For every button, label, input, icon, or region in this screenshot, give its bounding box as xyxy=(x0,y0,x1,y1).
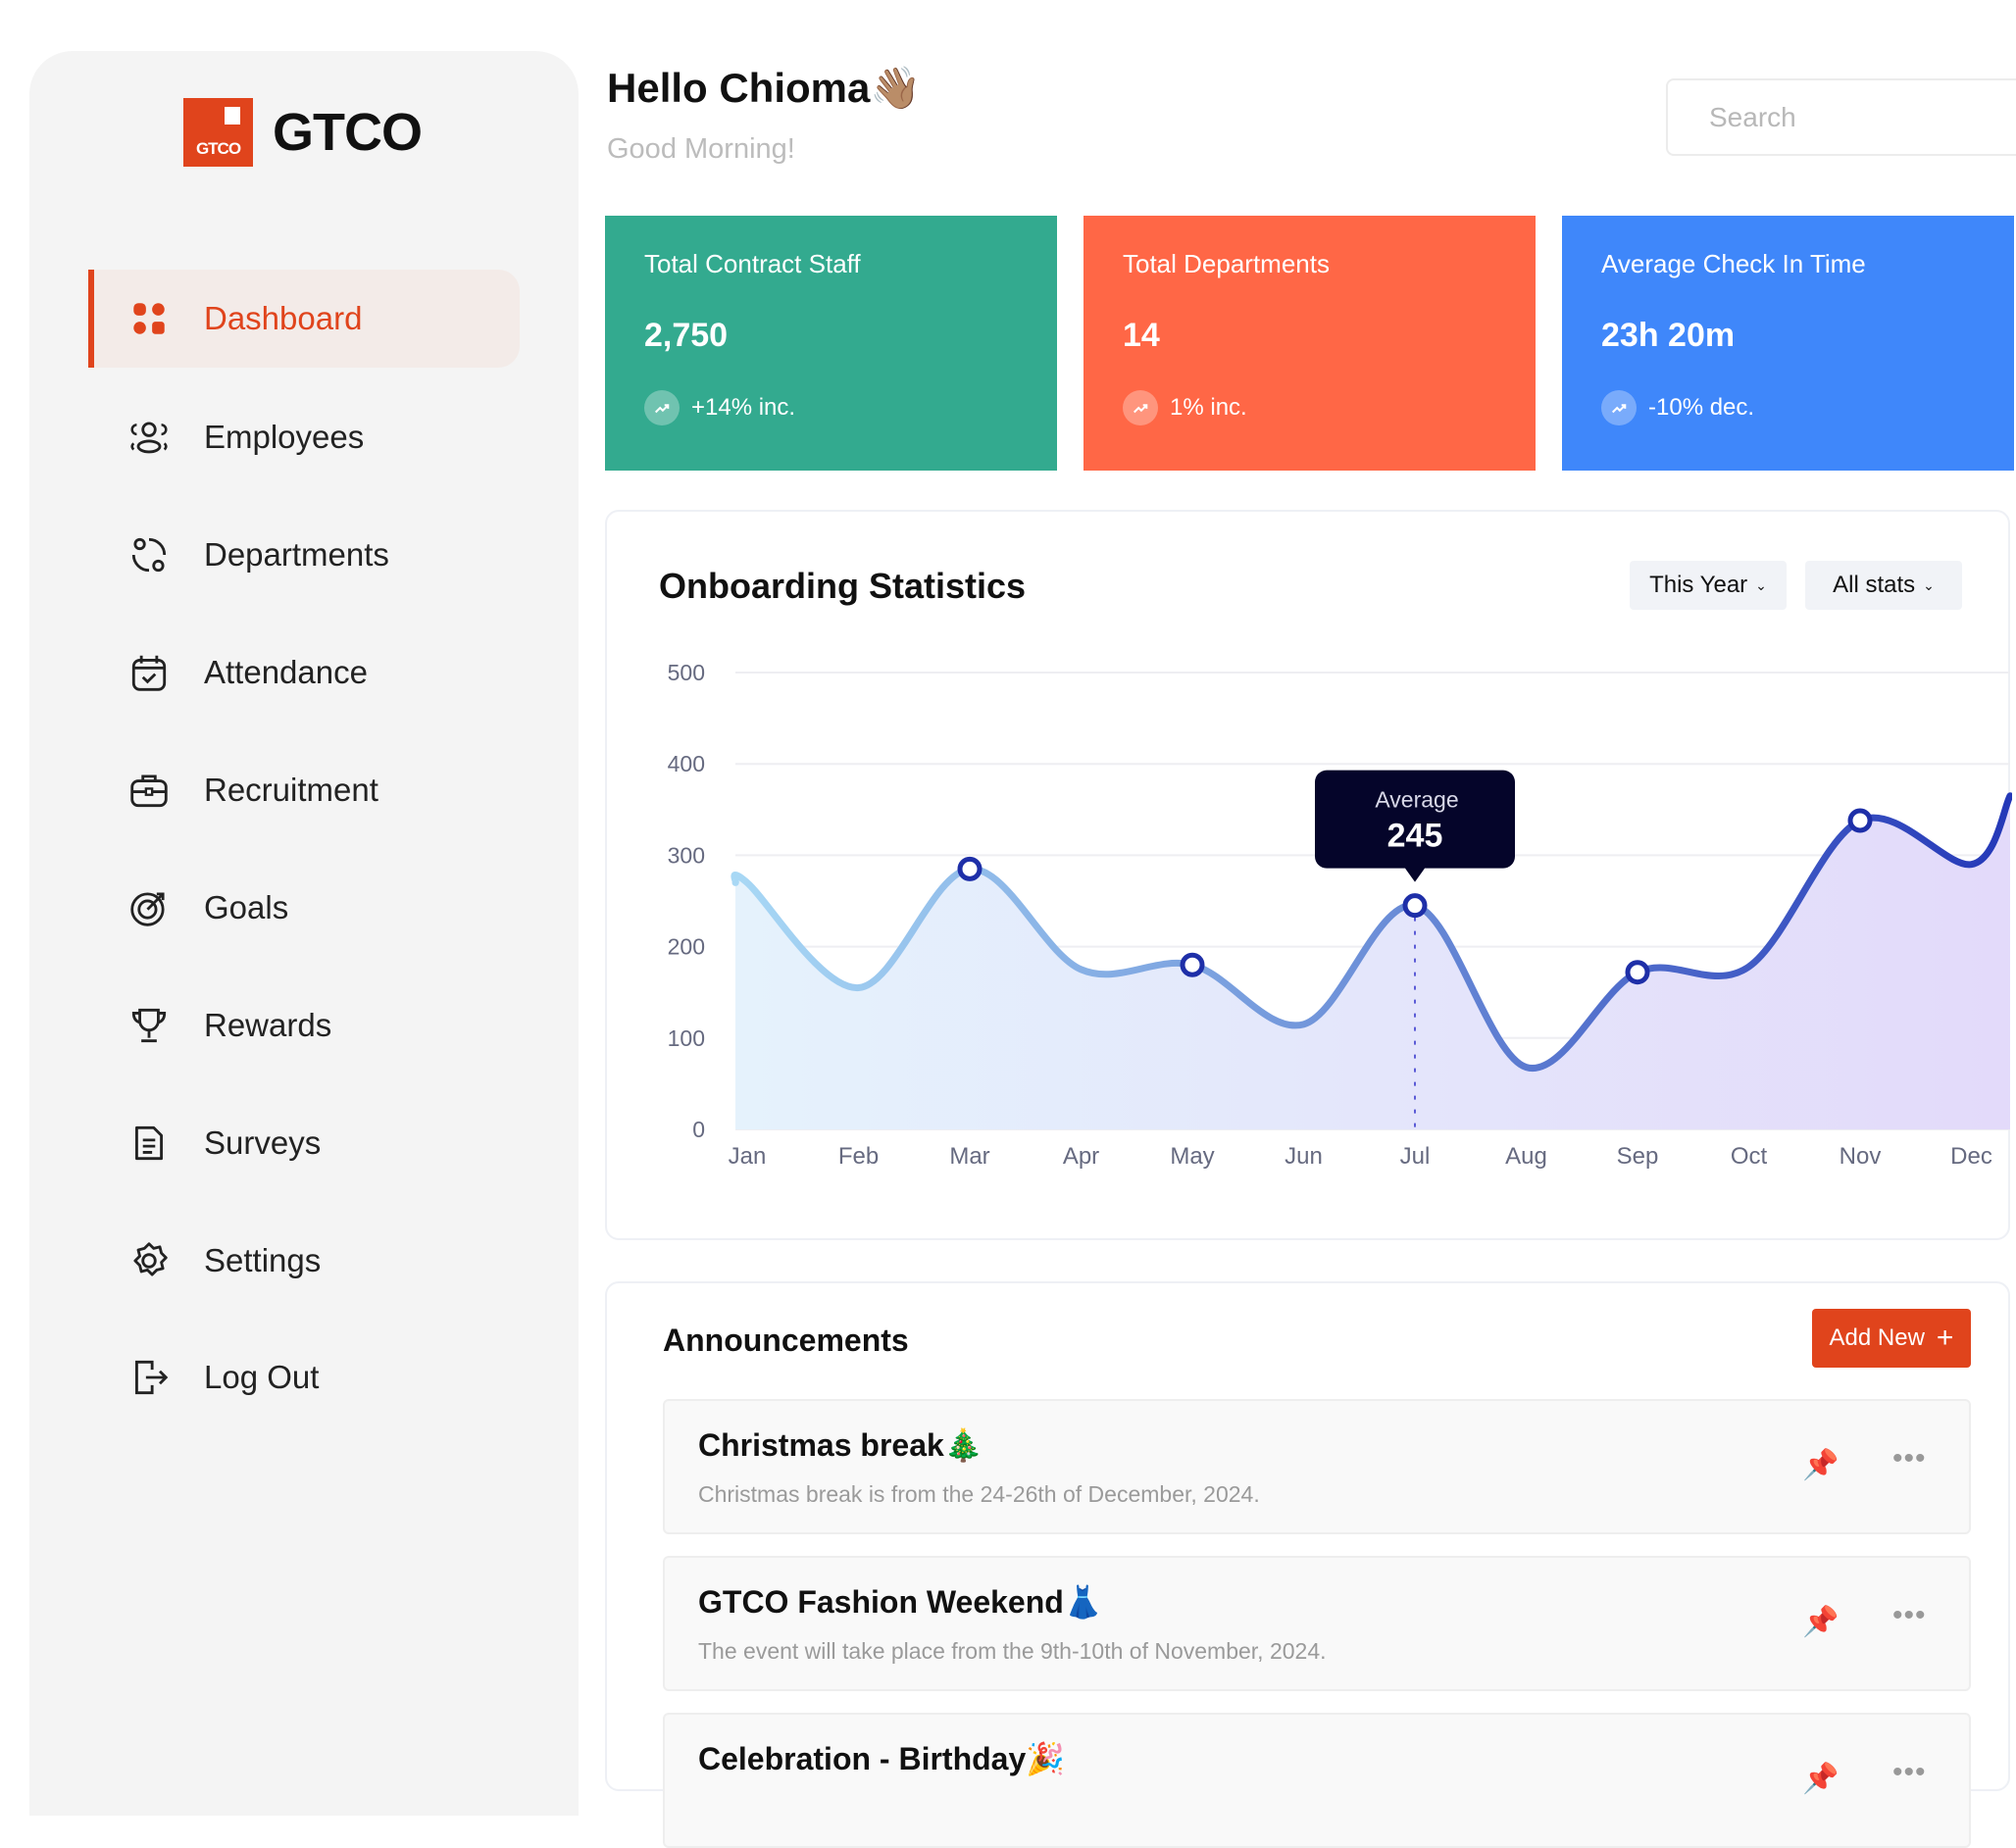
sidebar-item-label: Departments xyxy=(204,536,389,573)
x-tick-label: Jul xyxy=(1400,1143,1431,1170)
pin-icon[interactable]: 📌 xyxy=(1802,1448,1839,1482)
stat-title: Total Contract Staff xyxy=(644,249,861,278)
target-icon xyxy=(130,892,165,926)
calendar-check-icon xyxy=(131,655,167,691)
x-tick-label: Jun xyxy=(1285,1143,1323,1170)
onboarding-statistics-panel: Onboarding Statistics This Year ⌄ All sta… xyxy=(605,510,2012,1240)
data-point-marker xyxy=(1625,960,1650,985)
announcement-item[interactable]: Christmas break🎄 Christmas break is from … xyxy=(663,1399,1971,1534)
y-tick-label: 200 xyxy=(668,934,705,960)
sidebar-item-label: Recruitment xyxy=(204,772,378,808)
pin-icon[interactable]: 📌 xyxy=(1802,1762,1839,1796)
sidebar-item-label: Settings xyxy=(204,1242,322,1278)
x-tick-label: Sep xyxy=(1617,1143,1659,1170)
stat-card: Total Departments 14 1% inc. xyxy=(1084,216,1536,471)
stat-trend: +14% inc. xyxy=(691,394,796,421)
announcements-panel: Announcements Add New + Christmas break🎄 C… xyxy=(605,1281,2010,1848)
stat-title: Total Departments xyxy=(1123,249,1330,278)
trend-icon xyxy=(1123,390,1158,425)
announcements-title: Announcements xyxy=(663,1323,909,1358)
sidebar-item-recruitment[interactable]: Recruitment xyxy=(88,741,520,839)
sidebar-item-label: Dashboard xyxy=(204,300,363,336)
sidebar-item-log-out[interactable]: Log Out xyxy=(88,1328,520,1426)
stat-card: Average Check In Time 23h 20m -10% dec. xyxy=(1562,216,2014,471)
announcement-description: The event will take place from the 9th-1… xyxy=(698,1638,1327,1664)
stat-value: 2,750 xyxy=(644,317,729,354)
dashboard-grid-icon xyxy=(133,303,165,334)
more-options-icon[interactable]: ••• xyxy=(1892,1756,1927,1789)
greeting-subtitle: Good Morning! xyxy=(607,133,795,165)
y-tick-label: 400 xyxy=(668,751,705,776)
search-box[interactable] xyxy=(1666,78,2016,156)
x-tick-label: Apr xyxy=(1063,1143,1099,1170)
announcement-item[interactable]: GTCO Fashion Weekend👗 The event will take… xyxy=(663,1556,1971,1691)
pin-icon[interactable]: 📌 xyxy=(1802,1605,1839,1639)
x-tick-label: Nov xyxy=(1840,1143,1882,1170)
sidebar-item-dashboard[interactable]: Dashboard xyxy=(88,270,520,368)
gear-icon xyxy=(133,1242,168,1276)
data-point-marker xyxy=(1402,893,1428,919)
plus-icon: + xyxy=(1936,1322,1954,1354)
sidebar-item-label: Log Out xyxy=(204,1359,320,1395)
y-tick-label: 500 xyxy=(668,660,705,685)
stat-value: 14 xyxy=(1123,317,1160,354)
x-tick-label: Mar xyxy=(949,1143,989,1170)
x-tick-label: Aug xyxy=(1505,1143,1547,1170)
stat-card: Total Contract Staff 2,750 +14% inc. xyxy=(605,216,1057,471)
tooltip-value: 245 xyxy=(1387,818,1443,855)
data-point-marker xyxy=(1847,808,1873,833)
gtco-logo: GTCO xyxy=(183,98,253,167)
onboarding-chart: 0 100 200 300 400 500 Jan Feb Mar Apr May Jun Jul Aug… xyxy=(668,660,2012,1170)
brand-name: GTCO xyxy=(273,103,423,162)
sidebar-item-label: Surveys xyxy=(204,1124,322,1161)
stat-title: Average Check In Time xyxy=(1601,249,1866,278)
sidebar-item-label: Employees xyxy=(204,419,365,455)
departments-icon xyxy=(131,537,167,573)
greeting: Hello Chioma👋🏽 xyxy=(607,65,922,111)
announcement-title: Christmas break🎄 xyxy=(698,1427,983,1463)
sidebar-item-label: Goals xyxy=(204,889,289,925)
y-tick-label: 300 xyxy=(668,842,705,868)
y-tick-label: 0 xyxy=(692,1117,705,1142)
announcement-title: GTCO Fashion Weekend👗 xyxy=(698,1584,1103,1620)
document-icon xyxy=(135,1125,163,1161)
more-options-icon[interactable]: ••• xyxy=(1892,1442,1927,1475)
announcement-title: Celebration - Birthday🎉 xyxy=(698,1741,1066,1776)
x-tick-label: Jan xyxy=(729,1143,767,1170)
briefcase-icon xyxy=(130,774,168,808)
stat-trend: 1% inc. xyxy=(1170,394,1247,421)
data-point-marker xyxy=(957,856,983,881)
data-point-marker xyxy=(1180,952,1205,977)
sidebar-item-rewards[interactable]: Rewards xyxy=(88,976,520,1074)
add-new-button[interactable]: Add New + xyxy=(1812,1309,1971,1368)
trend-icon xyxy=(644,390,680,425)
more-options-icon[interactable]: ••• xyxy=(1892,1599,1927,1632)
logout-icon xyxy=(135,1360,169,1395)
x-tick-label: Feb xyxy=(838,1143,879,1170)
sidebar-item-surveys[interactable]: Surveys xyxy=(88,1094,520,1192)
search-input[interactable] xyxy=(1709,101,2016,133)
x-tick-label: May xyxy=(1170,1143,1214,1170)
sidebar-item-goals[interactable]: Goals xyxy=(88,859,520,957)
trend-icon xyxy=(1601,390,1637,425)
stat-trend: -10% dec. xyxy=(1648,394,1755,421)
sidebar-item-label: Rewards xyxy=(204,1007,332,1043)
announcement-item[interactable]: Celebration - Birthday🎉 📌 ••• xyxy=(663,1713,1971,1848)
trophy-icon xyxy=(131,1008,167,1043)
x-tick-label: Oct xyxy=(1731,1143,1768,1170)
tooltip-label: Average xyxy=(1375,787,1458,813)
stat-value: 23h 20m xyxy=(1601,317,1736,354)
sidebar-item-label: Attendance xyxy=(204,654,368,690)
sidebar-item-attendance[interactable]: Attendance xyxy=(88,624,520,722)
sidebar-item-settings[interactable]: Settings xyxy=(88,1212,520,1310)
x-tick-label: Dec xyxy=(1950,1143,1992,1170)
announcement-description: Christmas break is from the 24-26th of D… xyxy=(698,1481,1260,1507)
add-new-label: Add New xyxy=(1829,1324,1925,1351)
sidebar-item-employees[interactable]: Employees xyxy=(88,388,520,486)
y-tick-label: 100 xyxy=(668,1025,705,1051)
sidebar-item-departments[interactable]: Departments xyxy=(88,506,520,604)
users-icon xyxy=(130,422,168,454)
